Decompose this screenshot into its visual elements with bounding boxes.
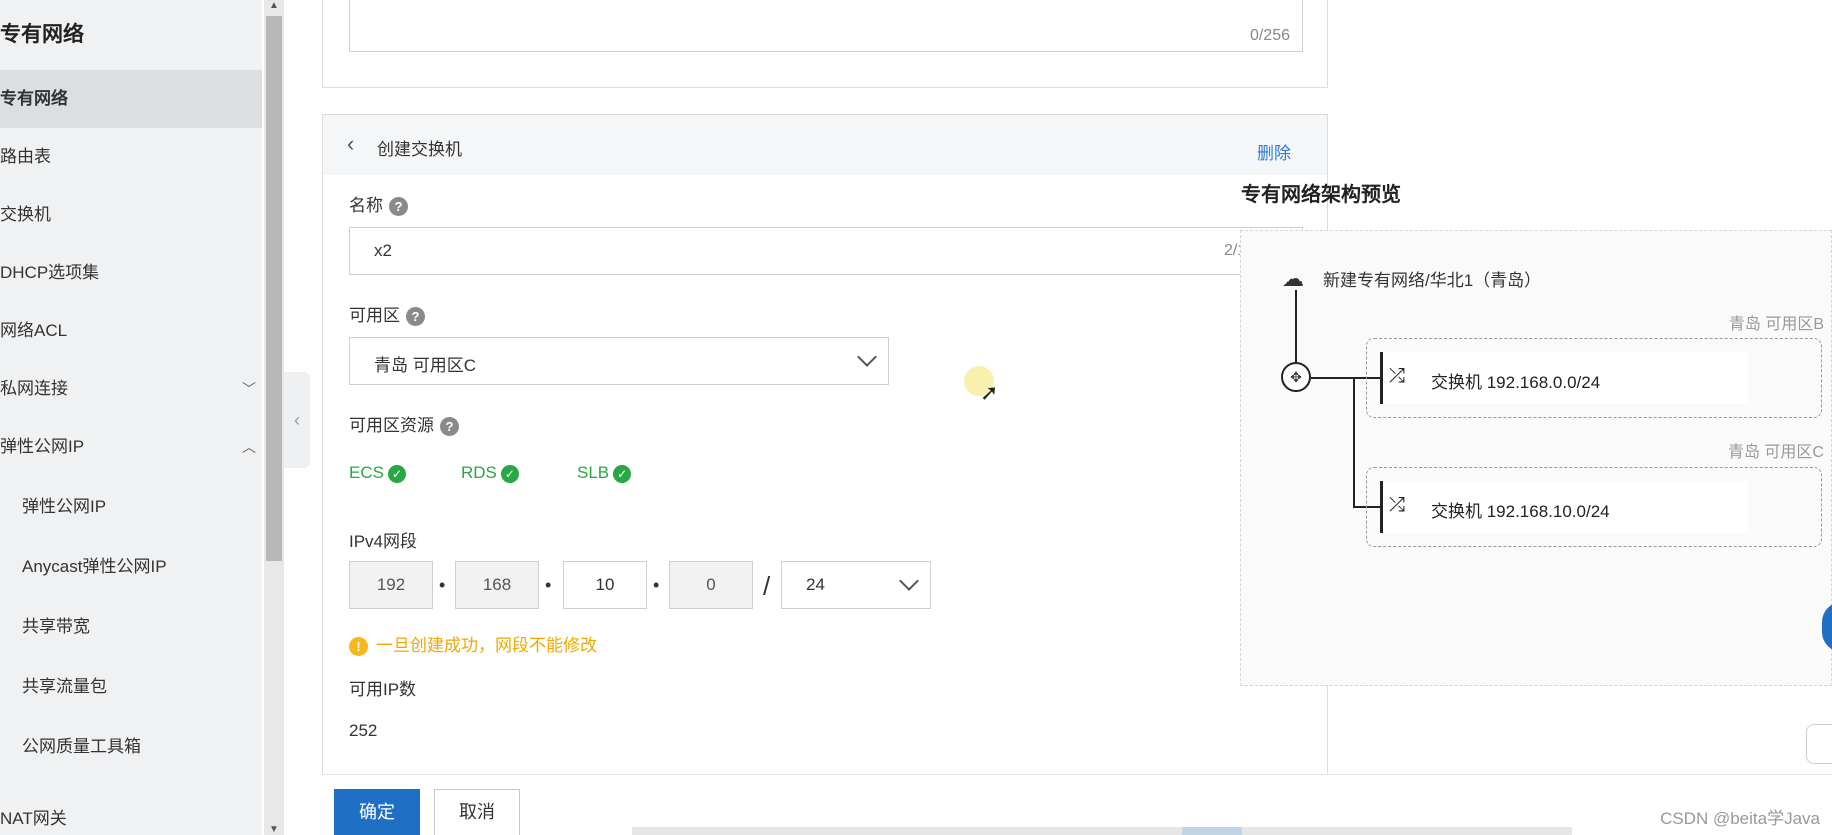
ip-octet-1: 192: [349, 561, 433, 609]
card-title: 创建交换机: [377, 140, 462, 159]
name-value: x2: [374, 241, 392, 260]
chevron-down-icon: [899, 571, 919, 591]
preview-switch: ⤮ 交换机 192.168.10.0/24: [1380, 481, 1748, 533]
sidebar-item-nat[interactable]: NAT网关: [0, 790, 262, 835]
cloud-icon: ☁: [1282, 266, 1304, 291]
preview-zone-label: 青岛 可用区C: [1727, 444, 1824, 461]
check-circle-icon: ✓: [387, 464, 406, 483]
zone-value: 青岛 可用区C: [374, 356, 476, 375]
switch-icon: ⤮: [1389, 365, 1405, 387]
mouse-cursor-icon: ➚: [980, 380, 999, 405]
watermark: CSDN @beita学Java: [1660, 809, 1820, 828]
sidebar-scrollbar[interactable]: ▲ ▼: [264, 0, 284, 835]
sidebar-title: 专有网络: [0, 23, 84, 46]
name-input[interactable]: x2 2/128 ✓: [349, 227, 1303, 275]
resource-rds: RDS ✓: [461, 463, 519, 483]
preview-switch-label: 交换机 192.168.0.0/24: [1431, 373, 1601, 392]
resource-ecs: ECS ✓: [349, 463, 406, 483]
zone-label: 可用区?: [349, 301, 425, 327]
ip-octet-4: 0: [669, 561, 753, 609]
preview-vpc-label: 新建专有网络/华北1（青岛）: [1323, 271, 1542, 290]
switch-icon: ⤮: [1389, 494, 1405, 516]
sidebar-item-private-link[interactable]: 私网连接 ﹀: [0, 360, 262, 418]
preview-title: 专有网络架构预览: [1241, 184, 1401, 206]
preview-switch-label: 交换机 192.168.10.0/24: [1431, 502, 1610, 521]
preview-zone-label: 青岛 可用区B: [1728, 316, 1824, 333]
available-ip-value: 252: [349, 721, 378, 740]
sidebar-item-acl[interactable]: 网络ACL: [0, 302, 262, 360]
confirm-button[interactable]: 确定: [334, 789, 420, 835]
ip-octet-3-input[interactable]: 10: [563, 561, 647, 609]
sidebar-item-anycast-eip[interactable]: Anycast弹性公网IP: [0, 538, 262, 596]
ip-dot: •: [439, 575, 446, 595]
chevron-left-icon[interactable]: ‹: [347, 131, 354, 157]
resource-slb: SLB ✓: [577, 463, 632, 483]
cancel-button[interactable]: 取消: [434, 789, 520, 835]
scrollbar-thumb[interactable]: [1182, 827, 1242, 835]
check-circle-icon: ✓: [500, 464, 519, 483]
scrollbar-thumb[interactable]: [266, 16, 282, 561]
sidebar: 专有网络 专有网络 路由表 交换机 DHCP选项集 网络ACL 私网连接 ﹀ 弹性…: [0, 0, 262, 835]
footer-bar: 确定 取消: [322, 774, 1832, 835]
sidebar-item-shared-traffic[interactable]: 共享流量包: [0, 658, 262, 716]
ip-dot: •: [545, 575, 552, 595]
preview-switch: ⤮ 交换机 192.168.0.0/24: [1380, 352, 1748, 404]
sidebar-item-eip[interactable]: 弹性公网IP: [0, 478, 262, 536]
ip-dot: •: [653, 575, 660, 595]
ipv4-label: IPv4网段: [349, 532, 418, 551]
chevron-down-icon: ﹀: [242, 381, 256, 397]
zone-resources-label: 可用区资源?: [349, 411, 459, 437]
sidebar-item-vswitch[interactable]: 交换机: [0, 186, 262, 244]
sidebar-item-eip-group[interactable]: 弹性公网IP ︿: [0, 418, 262, 476]
scroll-up-icon[interactable]: ▲: [269, 0, 279, 11]
warning-icon: !: [349, 637, 368, 657]
description-textarea[interactable]: 0/256: [349, 0, 1303, 52]
sidebar-item-route-table[interactable]: 路由表: [0, 128, 262, 186]
sidebar-item-shared-bandwidth[interactable]: 共享带宽: [0, 598, 262, 656]
name-label: 名称?: [349, 191, 408, 217]
mask-select[interactable]: 24: [781, 561, 931, 609]
check-circle-icon: ✓: [613, 464, 632, 483]
available-ip-label: 可用IP数: [349, 680, 417, 699]
floating-feedback-button[interactable]: [1806, 724, 1832, 764]
sidebar-item-vpc[interactable]: 专有网络: [0, 70, 262, 128]
main-form: 0/256 ‹ 创建交换机 删除 名称? x2 2/128 ✓ 可用区? 青岛 …: [322, 0, 1328, 835]
chevron-up-icon: ︿: [242, 439, 256, 455]
ip-slash: /: [763, 571, 771, 601]
help-icon[interactable]: ?: [406, 307, 425, 327]
create-switch-card: ‹ 创建交换机 删除 名称? x2 2/128 ✓ 可用区? 青岛 可用区C 可…: [322, 114, 1328, 835]
zone-select[interactable]: 青岛 可用区C: [349, 337, 889, 385]
router-icon: ✥: [1281, 362, 1311, 392]
sidebar-item-network-tools[interactable]: 公网质量工具箱: [0, 718, 262, 776]
scroll-down-icon[interactable]: ▼: [269, 824, 279, 835]
sidebar-collapse-button[interactable]: ‹: [284, 372, 310, 468]
card-header: ‹ 创建交换机 删除: [323, 115, 1327, 175]
connector-line: [1295, 290, 1297, 362]
help-icon[interactable]: ?: [440, 417, 459, 437]
ipv4-warning: ! 一旦创建成功，网段不能修改: [349, 631, 597, 657]
delete-link[interactable]: 删除: [1257, 139, 1291, 164]
connector-line: [1353, 377, 1355, 507]
ip-octet-2: 168: [455, 561, 539, 609]
sidebar-item-dhcp[interactable]: DHCP选项集: [0, 244, 262, 302]
description-card: 0/256: [322, 0, 1328, 88]
chevron-down-icon: [857, 347, 877, 367]
description-counter: 0/256: [1249, 27, 1290, 44]
help-icon[interactable]: ?: [389, 197, 408, 217]
horizontal-scrollbar[interactable]: [632, 827, 1572, 835]
